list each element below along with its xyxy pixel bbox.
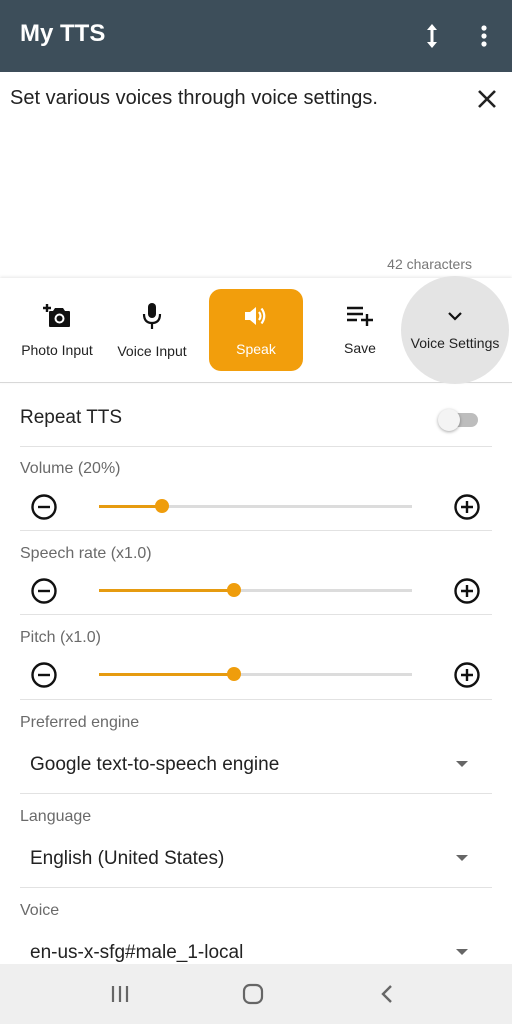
language-dropdown[interactable]: English (United States) bbox=[30, 848, 224, 870]
plus-circle-icon[interactable] bbox=[453, 577, 481, 610]
more-vert-icon[interactable] bbox=[466, 18, 502, 54]
divider bbox=[20, 614, 492, 615]
volume-slider[interactable] bbox=[99, 499, 412, 513]
toggle-knob bbox=[438, 409, 460, 431]
divider bbox=[20, 793, 492, 794]
voice-settings-button[interactable]: Voice Settings bbox=[404, 278, 506, 382]
chevron-down-icon bbox=[447, 309, 463, 327]
voice-input-button[interactable]: Voice Input bbox=[110, 278, 194, 382]
volume-label: Volume (20%) bbox=[20, 460, 121, 477]
home-icon[interactable] bbox=[238, 980, 268, 1008]
minus-circle-icon[interactable] bbox=[30, 493, 58, 526]
dropdown-caret-icon[interactable] bbox=[456, 949, 468, 955]
playlist-add-icon bbox=[346, 305, 374, 332]
voice-dropdown[interactable]: en-us-x-sfg#male_1-local bbox=[30, 942, 243, 964]
photo-input-label: Photo Input bbox=[21, 341, 93, 358]
minus-circle-icon[interactable] bbox=[30, 661, 58, 694]
volume-icon bbox=[243, 304, 269, 333]
voice-settings-panel: Repeat TTS Volume (20%) Speech rate (x1.… bbox=[0, 383, 512, 964]
plus-circle-icon[interactable] bbox=[453, 661, 481, 694]
app-title: My TTS bbox=[20, 20, 106, 47]
add-photo-icon bbox=[42, 303, 72, 334]
divider bbox=[20, 887, 492, 888]
speech-rate-slider-row bbox=[0, 570, 512, 610]
speech-rate-slider[interactable] bbox=[99, 583, 412, 597]
voice-label: Voice bbox=[20, 902, 60, 919]
system-nav-bar bbox=[0, 964, 512, 1024]
volume-slider-thumb[interactable] bbox=[154, 499, 169, 513]
divider bbox=[20, 699, 492, 700]
minus-circle-icon[interactable] bbox=[30, 577, 58, 610]
character-count: 42 characters bbox=[387, 256, 472, 272]
text-input-area[interactable]: Set various voices through voice setting… bbox=[0, 72, 512, 278]
speech-rate-label: Speech rate (x1.0) bbox=[20, 545, 152, 562]
dropdown-caret-icon[interactable] bbox=[456, 761, 468, 767]
pitch-slider-thumb[interactable] bbox=[226, 667, 241, 681]
app-bar: My TTS bbox=[0, 0, 512, 72]
speech-rate-slider-thumb[interactable] bbox=[226, 583, 241, 597]
divider bbox=[20, 530, 492, 531]
dropdown-caret-icon[interactable] bbox=[456, 855, 468, 861]
back-icon[interactable] bbox=[372, 980, 402, 1008]
engine-dropdown[interactable]: Google text-to-speech engine bbox=[30, 754, 279, 776]
speak-label: Speak bbox=[236, 340, 276, 357]
repeat-tts-toggle[interactable] bbox=[438, 409, 478, 431]
action-toolbar: Photo Input Voice Input Speak Save Voice… bbox=[0, 276, 512, 384]
mic-icon bbox=[141, 302, 163, 335]
pitch-slider[interactable] bbox=[99, 667, 412, 681]
voice-settings-label: Voice Settings bbox=[410, 335, 500, 351]
pitch-slider-row bbox=[0, 654, 512, 694]
close-icon[interactable] bbox=[472, 84, 502, 114]
resize-vertical-icon[interactable] bbox=[414, 18, 450, 54]
repeat-tts-label: Repeat TTS bbox=[20, 407, 123, 428]
input-text[interactable]: Set various voices through voice setting… bbox=[10, 87, 378, 110]
engine-label: Preferred engine bbox=[20, 714, 140, 731]
divider bbox=[20, 446, 492, 447]
recents-icon[interactable] bbox=[105, 980, 135, 1008]
photo-input-button[interactable]: Photo Input bbox=[14, 278, 100, 382]
pitch-label: Pitch (x1.0) bbox=[20, 629, 101, 646]
save-button[interactable]: Save bbox=[330, 278, 390, 382]
language-label: Language bbox=[20, 808, 92, 825]
volume-slider-row bbox=[0, 486, 512, 526]
save-label: Save bbox=[344, 339, 376, 356]
plus-circle-icon[interactable] bbox=[453, 493, 481, 526]
speak-button[interactable]: Speak bbox=[209, 289, 303, 371]
voice-input-label: Voice Input bbox=[117, 342, 187, 359]
